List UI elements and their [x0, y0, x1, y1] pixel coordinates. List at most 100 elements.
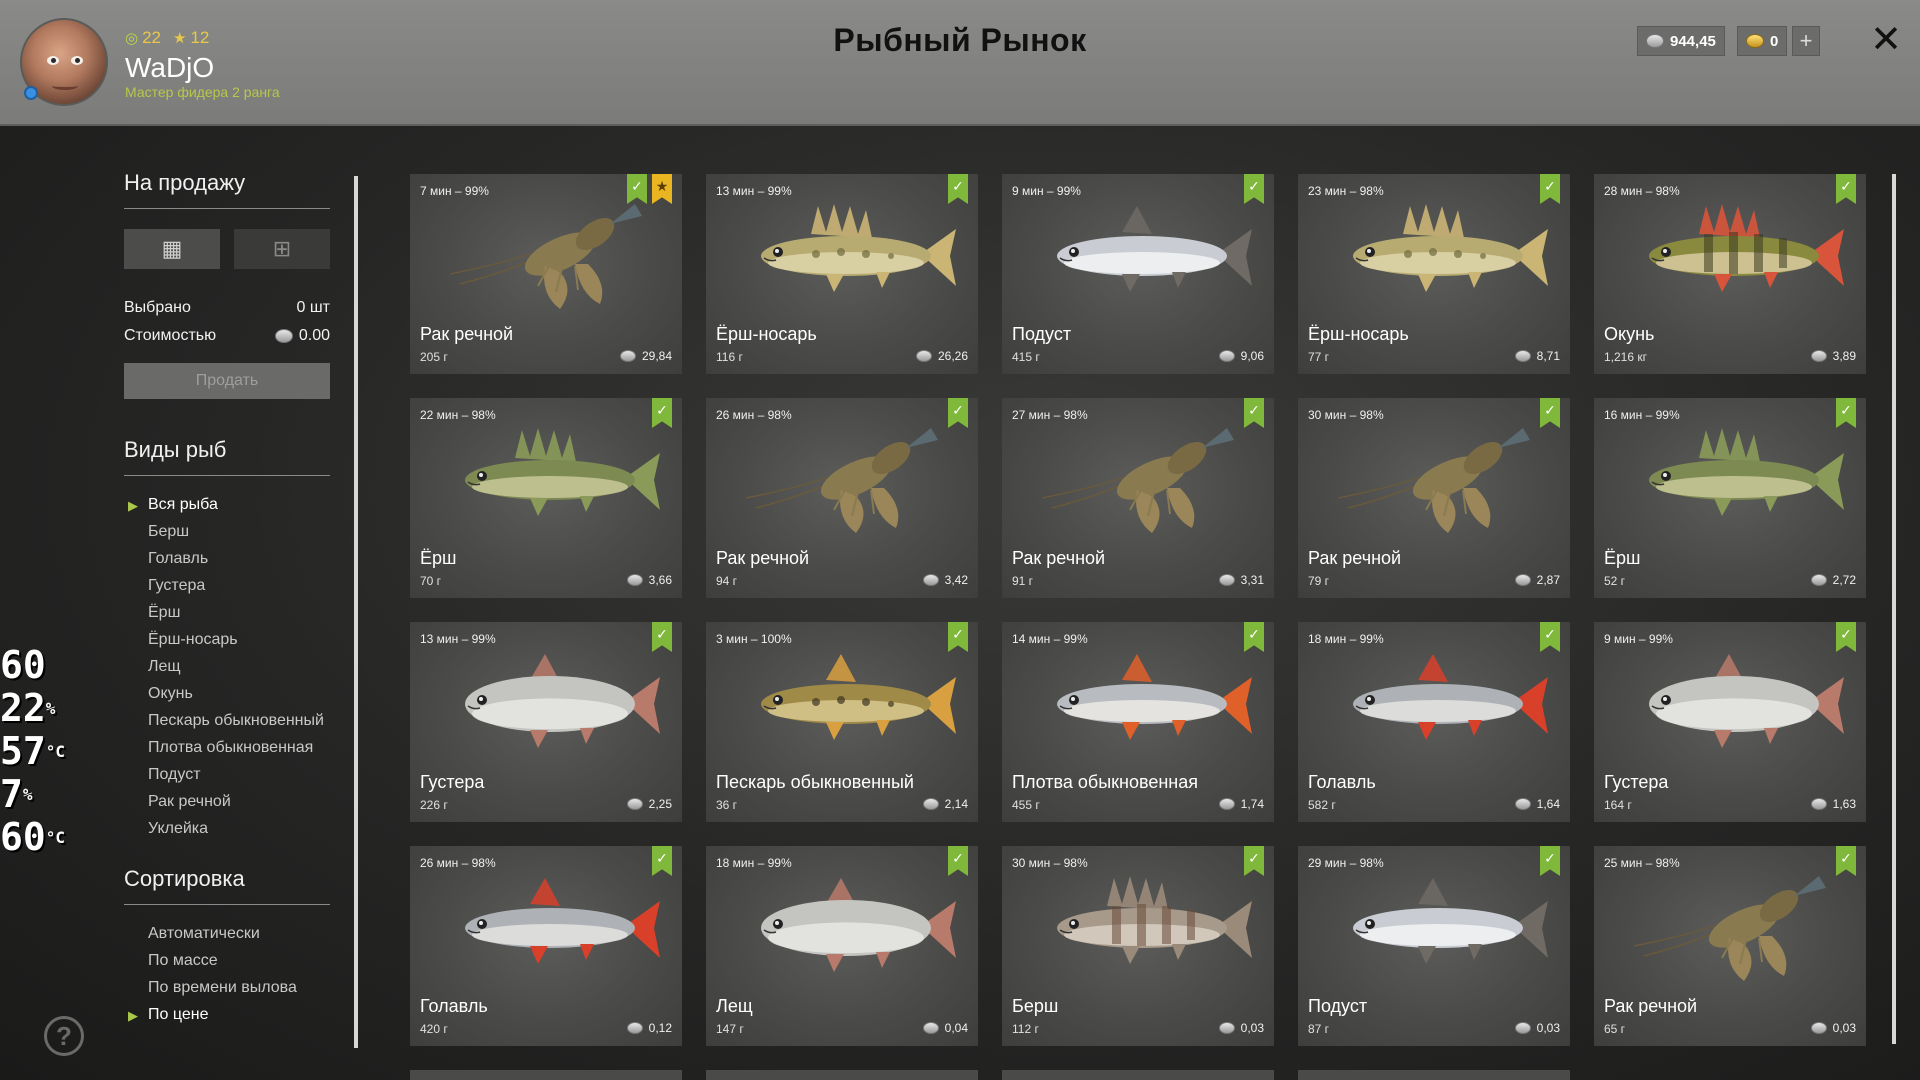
sell-button[interactable]: Продать: [124, 363, 330, 399]
fish-type-item[interactable]: Уклейка: [124, 820, 330, 838]
sort-option-label: Автоматически: [148, 925, 260, 942]
fish-card[interactable]: 9 мин – 99% Подуст 415 г 9,06 ✓: [1002, 174, 1274, 374]
gudgeon-fish-icon: [761, 654, 956, 740]
fish-price: 3,42: [922, 573, 968, 587]
grid-small-icon: ⊞: [272, 236, 292, 261]
fish-card[interactable]: 13 мин – 99% Густера 226 г 2,25 ✓: [410, 622, 682, 822]
catch-time-quality: 9 мин – 99%: [1012, 184, 1081, 198]
fish-price: 0,04: [922, 1021, 968, 1035]
fish-type-item[interactable]: Ёрш-носарь: [124, 631, 330, 649]
fish-price: 0,03: [1218, 1021, 1264, 1035]
fish-type-item[interactable]: Ёрш: [124, 604, 330, 622]
fish-type-item[interactable]: ▶ Вся рыба: [124, 496, 330, 514]
fish-name: Густера: [1604, 772, 1669, 792]
fish-type-item[interactable]: Плотва обыкновенная: [124, 739, 330, 757]
overlay-value: 60: [0, 815, 46, 859]
silver-coin-icon: [922, 574, 939, 586]
fish-card[interactable]: 3 мин – 100% Пескарь обыкновенный 36 г 2,14…: [706, 622, 978, 822]
fish-card[interactable]: 26 мин – 98% Голавль 420 г 0,12 ✓: [410, 846, 682, 1046]
silver-coin-icon: [1218, 574, 1235, 586]
overlay-metric: 57°C: [0, 730, 65, 773]
catch-time-quality: 28 мин – 98%: [1604, 184, 1680, 198]
fish-card[interactable]: 18 мин – 99% Голавль 582 г 1,64 ✓: [1298, 622, 1570, 822]
fish-card[interactable]: 27 мин – 98% Рак речной 91 г 3,31 ✓: [1002, 398, 1274, 598]
catch-time-quality: 3 мин – 100%: [716, 632, 792, 646]
cost-row: Стоимостью 0.00: [124, 327, 330, 345]
fish-card[interactable]: 29 мин – 98% Подуст 87 г 0,03 ✓: [1298, 846, 1570, 1046]
sort-option-item[interactable]: Автоматически: [124, 925, 330, 943]
fish-name: Густера: [420, 772, 485, 792]
fish-grid: 7 мин – 99% Рак речной 205 г 29,84 ✓ ★ 13 мин…: [410, 174, 1870, 1046]
buy-gold-button[interactable]: +: [1792, 26, 1820, 56]
fish-card[interactable]: 23 мин – 98% Ёрш-носарь 77 г 8,71 ✓: [1298, 174, 1570, 374]
sort-option-item[interactable]: По массе: [124, 952, 330, 970]
fish-name: Голавль: [420, 996, 488, 1016]
catch-time-quality: 25 мин – 98%: [1604, 856, 1680, 870]
fish-type-item[interactable]: Густера: [124, 577, 330, 595]
close-icon[interactable]: ✕: [1866, 20, 1906, 60]
fish-type-item[interactable]: Голавль: [124, 550, 330, 568]
large-grid-view-button[interactable]: ▦: [124, 229, 220, 269]
fish-type-item[interactable]: Пескарь обыкновенный: [124, 712, 330, 730]
fish-card[interactable]: 30 мин – 98% Рак речной 79 г 2,87 ✓: [1298, 398, 1570, 598]
cost-value-wrap: 0.00: [274, 327, 330, 345]
fish-weight: 112 г: [1012, 1022, 1039, 1036]
fish-name: Ёрш: [1604, 548, 1641, 568]
sort-option-item[interactable]: По времени вылова: [124, 979, 330, 997]
fish-type-label: Пескарь обыкновенный: [148, 712, 324, 729]
card-partial: [706, 1070, 978, 1080]
fish-price: 0,12: [626, 1021, 672, 1035]
online-status-icon: [24, 86, 38, 100]
fish-card[interactable]: 16 мин – 99% Ёрш 52 г 2,72 ✓: [1594, 398, 1866, 598]
fish-weight: 147 г: [716, 1022, 744, 1036]
fish-type-label: Берш: [148, 523, 190, 540]
fish-type-item[interactable]: Подуст: [124, 766, 330, 784]
fish-card[interactable]: 7 мин – 99% Рак речной 205 г 29,84 ✓ ★: [410, 174, 682, 374]
perch-fish-icon: [1649, 204, 1844, 292]
silver-coin-icon: [1514, 574, 1531, 586]
overlay-metric: 60°C: [0, 816, 65, 859]
fish-card[interactable]: 30 мин – 98% Берш 112 г 0,03 ✓: [1002, 846, 1274, 1046]
fish-type-label: Лещ: [148, 658, 181, 675]
roach-fish-icon: [1057, 654, 1252, 740]
chub-fish-icon: [1353, 654, 1548, 740]
fish-card[interactable]: 18 мин – 99% Лещ 147 г 0,04 ✓: [706, 846, 978, 1046]
crayfish-icon: [449, 204, 642, 309]
fish-weight: 87 г: [1308, 1022, 1330, 1036]
fish-weight: 77 г: [1308, 350, 1330, 364]
sort-title: Сортировка: [124, 866, 330, 905]
help-icon[interactable]: ?: [44, 1016, 84, 1056]
fish-name: Ёрш: [420, 548, 457, 568]
fish-weight: 94 г: [716, 574, 738, 588]
fish-name: Окунь: [1604, 324, 1655, 344]
fish-card[interactable]: 9 мин – 99% Густера 164 г 1,63 ✓: [1594, 622, 1866, 822]
player-rank: Мастер фидера 2 ранга: [125, 84, 280, 100]
fish-card[interactable]: 26 мин – 98% Рак речной 94 г 3,42 ✓: [706, 398, 978, 598]
fish-price: 3,66: [626, 573, 672, 587]
catch-time-quality: 22 мин – 98%: [420, 408, 496, 422]
silver-coin-icon: [1514, 798, 1531, 810]
fish-card[interactable]: 14 мин – 99% Плотва обыкновенная 455 г 1,74…: [1002, 622, 1274, 822]
silver-coin-icon: [619, 350, 636, 362]
fish-type-item[interactable]: Окунь: [124, 685, 330, 703]
fish-price: 1,64: [1514, 797, 1560, 811]
fish-type-item[interactable]: Берш: [124, 523, 330, 541]
fish-type-item[interactable]: Рак речной: [124, 793, 330, 811]
silver-coin-icon: [922, 1022, 939, 1034]
fish-type-item[interactable]: Лещ: [124, 658, 330, 676]
sort-option-item[interactable]: ▶ По цене: [124, 1006, 330, 1024]
fish-weight: 79 г: [1308, 574, 1330, 588]
silver-coin-icon: [1810, 798, 1827, 810]
fish-card[interactable]: 13 мин – 99% Ёрш-носарь 116 г 26,26 ✓: [706, 174, 978, 374]
fish-card[interactable]: 28 мин – 98% Окунь 1,216 кг 3,89 ✓: [1594, 174, 1866, 374]
sort-option-label: По цене: [148, 1006, 209, 1023]
grid-large-icon: ▦: [161, 236, 183, 261]
silver-fish-icon: [1057, 206, 1252, 292]
fish-weight: 36 г: [716, 798, 738, 812]
grid-scrollbar[interactable]: [1892, 174, 1896, 1044]
fish-price: 8,71: [1514, 349, 1560, 363]
fish-card[interactable]: 25 мин – 98% Рак речной 65 г 0,03 ✓: [1594, 846, 1866, 1046]
price-value: 1,74: [1240, 797, 1264, 811]
fish-card[interactable]: 22 мин – 98% Ёрш 70 г 3,66 ✓: [410, 398, 682, 598]
small-grid-view-button[interactable]: ⊞: [234, 229, 330, 269]
